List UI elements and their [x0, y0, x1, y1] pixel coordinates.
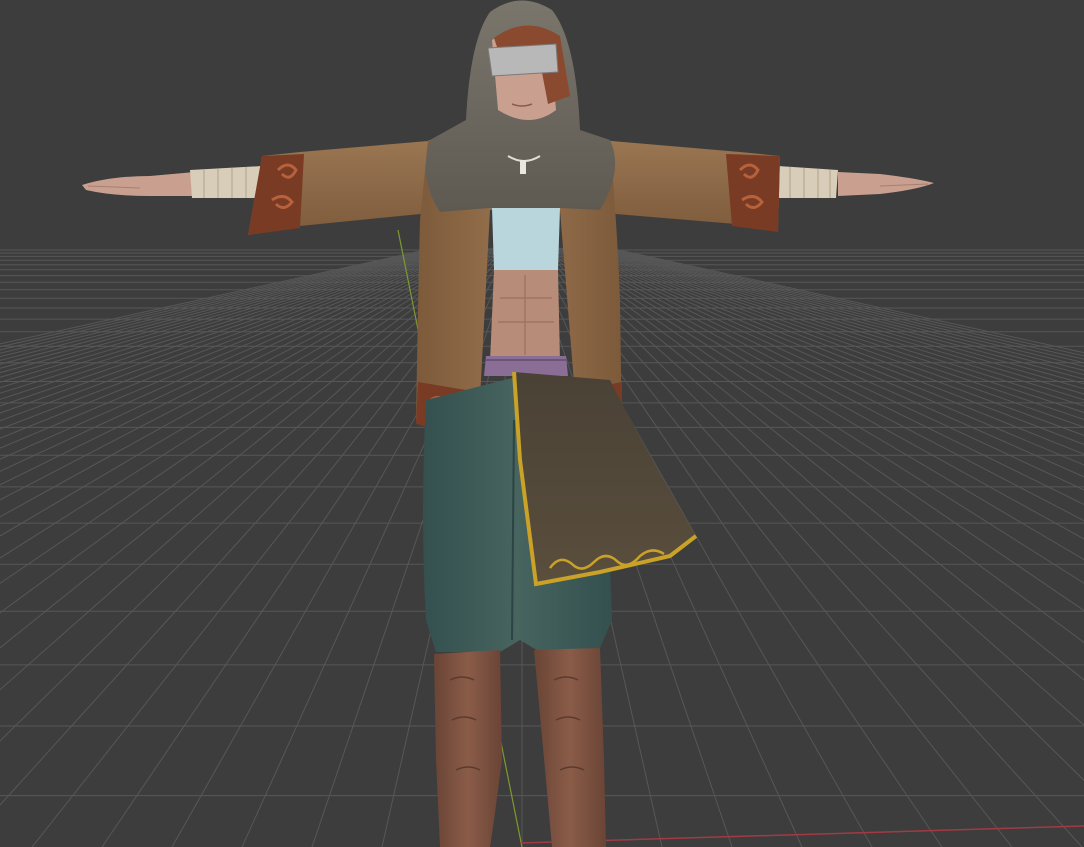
left-sleeve-wrap — [190, 166, 262, 198]
right-sleeve-wrap — [778, 166, 838, 198]
left-cuff-trim — [248, 154, 304, 235]
grid-line-depth — [0, 247, 461, 394]
skirt-panel — [514, 372, 696, 584]
left-boot — [434, 650, 502, 847]
visor — [487, 43, 559, 77]
crop-top — [492, 208, 560, 270]
viewport-canvas[interactable] — [0, 0, 1084, 847]
grid-line-depth — [0, 247, 465, 407]
grid-line-depth — [0, 247, 472, 430]
grid-line-depth — [0, 247, 463, 400]
3d-viewport[interactable] — [0, 0, 1084, 847]
grid-line-depth — [0, 247, 485, 501]
grid-line-depth — [0, 247, 459, 389]
grid-line-depth — [0, 247, 448, 365]
grid-line-depth — [0, 247, 441, 354]
grid-line-depth — [0, 247, 490, 537]
grid-line-depth — [0, 247, 457, 383]
right-hand — [838, 172, 934, 196]
left-hand — [82, 172, 197, 196]
grid-line-depth — [0, 247, 481, 472]
character-model[interactable] — [82, 0, 934, 847]
grid-line-depth — [0, 247, 479, 460]
